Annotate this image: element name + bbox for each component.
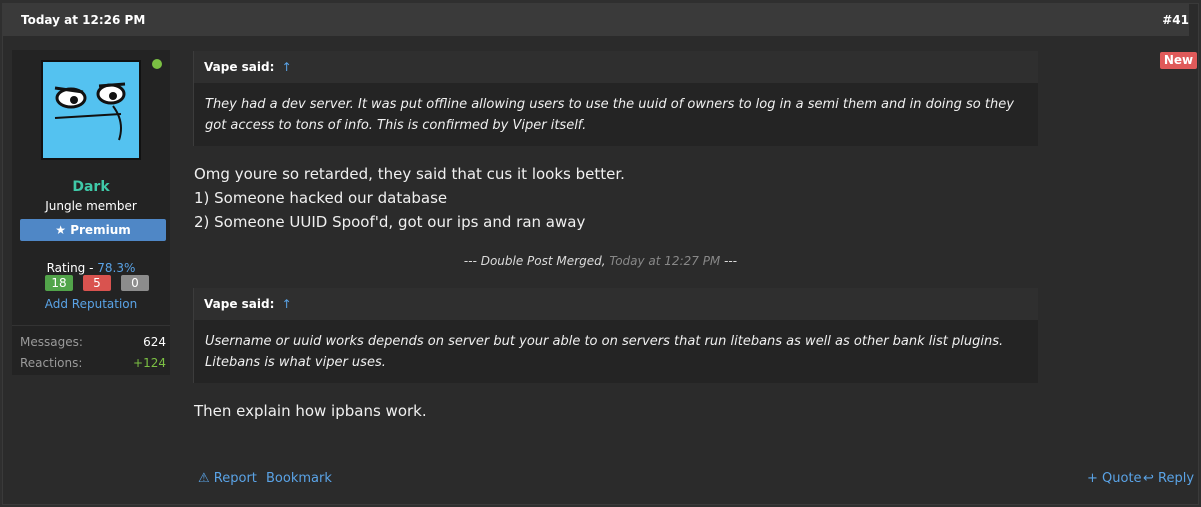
quote-text-2: Username or uuid works depends on server… xyxy=(205,334,1004,370)
report-label: Report xyxy=(213,471,257,486)
positive-rating-count[interactable]: 18 xyxy=(45,275,73,291)
add-reputation-link[interactable]: Add Reputation xyxy=(12,297,170,311)
rating-boxes: 18 5 0 xyxy=(45,275,149,291)
stats-divider xyxy=(12,325,170,326)
trophy-icon: ★ xyxy=(55,223,67,237)
message-line-2: 1) Someone hacked our database xyxy=(194,189,448,207)
reactions-value[interactable]: +124 xyxy=(133,356,166,370)
message-line-3: 2) Someone UUID Spoof'd, got our ips and… xyxy=(194,213,586,231)
online-status-indicator xyxy=(152,59,162,69)
reply-icon: ↩ xyxy=(1143,471,1154,486)
quote-button[interactable]: + Quote xyxy=(1087,471,1142,486)
post-date[interactable]: Today at 12:26 PM xyxy=(21,13,145,27)
quote-author-2: Vape said: xyxy=(204,297,275,311)
reply-button[interactable]: ↩ Reply xyxy=(1143,471,1194,486)
double-post-merged-notice: --- Double Post Merged, Today at 12:27 P… xyxy=(0,254,1201,268)
messages-stat: Messages: 624 xyxy=(20,335,166,349)
quote-author-1: Vape said: xyxy=(204,60,275,74)
warning-icon: ⚠ xyxy=(198,471,210,486)
premium-label: Premium xyxy=(70,223,131,237)
premium-banner: ★ Premium xyxy=(20,219,166,241)
quote-header-1: Vape said: ↑ xyxy=(194,51,1038,83)
reply-label: Reply xyxy=(1158,471,1195,486)
negative-rating-count[interactable]: 5 xyxy=(83,275,111,291)
merged-label: Double Post Merged, xyxy=(480,254,606,268)
avatar[interactable] xyxy=(41,60,141,160)
report-button[interactable]: ⚠ Report xyxy=(198,471,257,486)
post-number[interactable]: #41 xyxy=(1162,13,1189,27)
merged-prefix: --- xyxy=(463,254,481,268)
messages-value[interactable]: 624 xyxy=(143,335,166,349)
quote-block-2: Vape said: ↑ Username or uuid works depe… xyxy=(193,288,1038,383)
merged-time[interactable]: Today at 12:27 PM xyxy=(609,254,720,268)
merged-suffix: --- xyxy=(720,254,738,268)
reactions-label: Reactions: xyxy=(20,356,83,370)
user-title: Jungle member xyxy=(45,199,137,213)
messages-label: Messages: xyxy=(20,335,83,349)
message-line-1: Omg youre so retarded, they said that cu… xyxy=(194,165,625,183)
avatar-face-icon xyxy=(54,82,126,141)
neutral-rating-count[interactable]: 0 xyxy=(121,275,149,291)
quote-block-1: Vape said: ↑ They had a dev server. It w… xyxy=(193,51,1038,146)
message-line-4: Then explain how ipbans work. xyxy=(194,402,427,420)
jump-to-quote-icon[interactable]: ↑ xyxy=(282,297,292,311)
quote-text-1: They had a dev server. It was put offlin… xyxy=(205,97,1014,133)
post-header: Today at 12:26 PM #41 xyxy=(3,3,1189,36)
new-badge: New xyxy=(1160,52,1197,69)
user-info-panel: Dark Jungle member ★ Premium Rating - 78… xyxy=(12,50,170,375)
reactions-stat: Reactions: +124 xyxy=(20,356,166,370)
username[interactable]: Dark xyxy=(12,179,170,195)
jump-to-quote-icon[interactable]: ↑ xyxy=(282,60,292,74)
quote-header-2: Vape said: ↑ xyxy=(194,288,1038,320)
bookmark-button[interactable]: Bookmark xyxy=(266,471,332,486)
